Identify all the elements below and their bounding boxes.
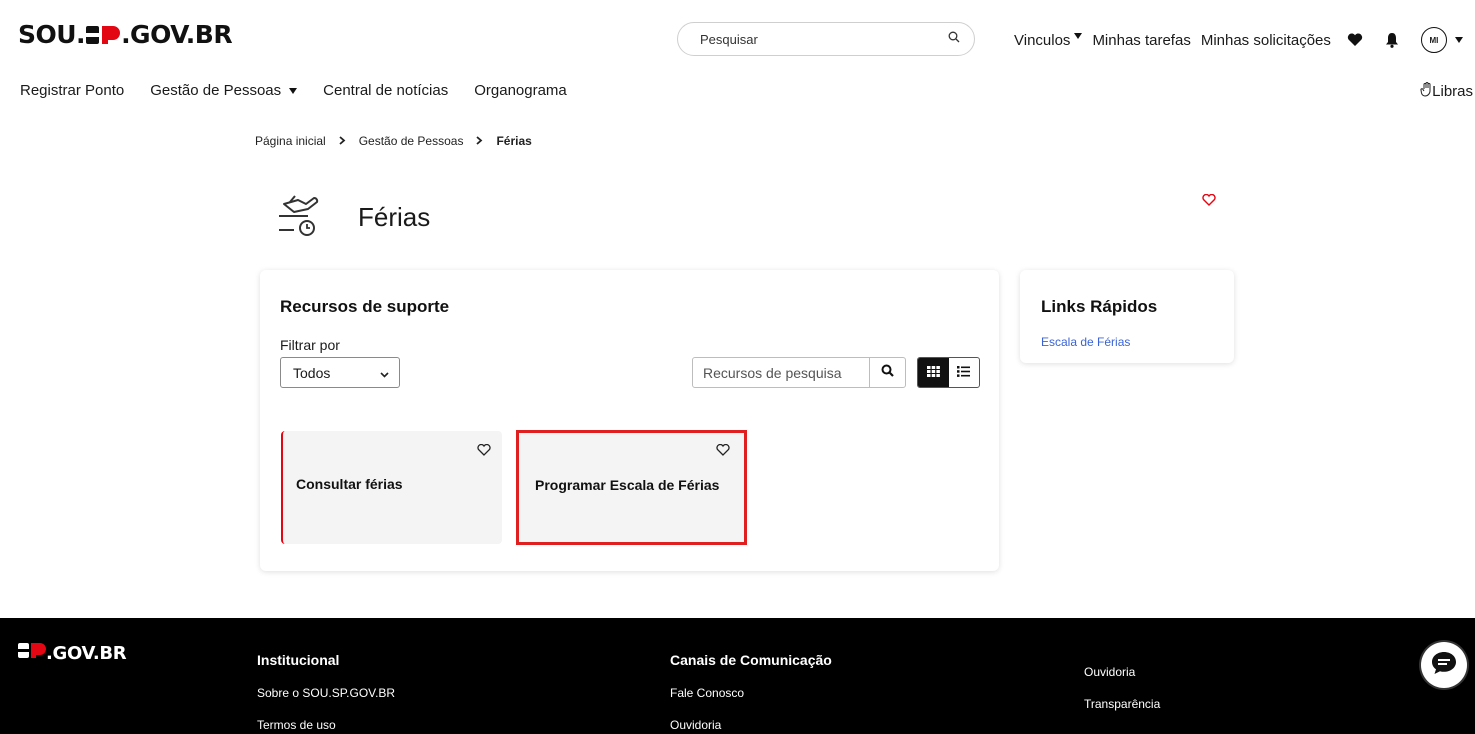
nav-gestao-label: Gestão de Pessoas (150, 82, 282, 99)
search-icon (881, 364, 894, 382)
chat-bubble-icon (1430, 650, 1458, 681)
heart-outline-icon[interactable] (716, 443, 730, 461)
resources-search-input[interactable] (693, 364, 869, 381)
favorites-heart-icon[interactable] (1347, 33, 1363, 47)
footer-institucional-title: Institucional (257, 652, 340, 668)
favorite-page-heart-icon[interactable] (1202, 193, 1216, 211)
breadcrumb-current: Férias (496, 134, 532, 148)
footer-canais-title: Canais de Comunicação (670, 652, 832, 668)
filter-select-value: Todos (293, 364, 331, 381)
user-menu[interactable]: MI (1420, 27, 1463, 53)
resource-tile-consultar-ferias[interactable]: Consultar férias (281, 431, 502, 544)
footer-logo-text: .GOV.BR (46, 643, 127, 664)
quick-links-card: Links Rápidos Escala de Férias (1020, 270, 1234, 363)
global-search-input[interactable] (700, 31, 948, 47)
resources-search (692, 357, 906, 388)
breadcrumb-home[interactable]: Página inicial (255, 134, 326, 148)
logo-text-right: .GOV.BR (121, 20, 233, 49)
heart-outline-icon[interactable] (477, 443, 491, 461)
minhas-tarefas-link[interactable]: Minhas tarefas (1092, 32, 1190, 49)
notification-bell-icon[interactable] (1385, 32, 1399, 48)
breadcrumb-gestao[interactable]: Gestão de Pessoas (359, 134, 464, 148)
resources-search-button[interactable] (869, 358, 905, 387)
sp-mark-icon (18, 642, 46, 665)
footer: .GOV.BR Institucional Sobre o SOU.SP.GOV… (0, 618, 1475, 734)
footer-institucional: Institucional Sobre o SOU.SP.GOV.BR Term… (257, 652, 395, 734)
filter-select[interactable]: Todos (280, 357, 400, 388)
resource-tile-label: Programar Escala de Férias (535, 477, 720, 493)
chevron-down-icon (380, 365, 389, 381)
minhas-solicitacoes-link[interactable]: Minhas solicitações (1201, 32, 1331, 49)
vinculos-label: Vinculos (1014, 31, 1071, 49)
quick-link-escala-de-ferias[interactable]: Escala de Férias (1041, 335, 1130, 349)
chevron-right-icon (476, 134, 483, 148)
footer-link-transparencia[interactable]: Transparência (1084, 697, 1160, 711)
list-view-button[interactable] (949, 358, 980, 387)
filter-label: Filtrar por (280, 337, 340, 353)
avatar[interactable]: MI (1420, 27, 1447, 53)
libras-button[interactable]: Libras (1420, 82, 1473, 101)
logo-text-left: SOU. (18, 20, 86, 49)
chat-button[interactable] (1421, 642, 1467, 688)
page-header: Férias (276, 192, 430, 243)
support-resources-card: Recursos de suporte Filtrar por Todos Co… (260, 270, 999, 571)
resource-tile-label: Consultar férias (296, 476, 403, 492)
vinculos-menu[interactable]: Vinculos (1014, 31, 1083, 49)
global-search[interactable] (677, 22, 975, 56)
grid-view-button[interactable] (918, 358, 949, 387)
nav-gestao-de-pessoas[interactable]: Gestão de Pessoas (150, 82, 298, 99)
caret-down-icon (1074, 33, 1083, 39)
page-title: Férias (358, 202, 431, 232)
libras-label: Libras (1432, 83, 1473, 100)
caret-down-icon (289, 87, 298, 94)
hand-icon (1420, 82, 1432, 101)
nav-organograma[interactable]: Organograma (474, 82, 567, 99)
support-resources-title: Recursos de suporte (280, 297, 450, 316)
footer-link-termos[interactable]: Termos de uso (257, 718, 395, 732)
main-navigation: Registrar Ponto Gestão de Pessoas Centra… (20, 82, 593, 99)
footer-link-sobre[interactable]: Sobre o SOU.SP.GOV.BR (257, 686, 395, 700)
nav-registrar-ponto[interactable]: Registrar Ponto (20, 82, 124, 99)
site-logo[interactable]: SOU. .GOV.BR (18, 20, 233, 49)
footer-link-ouvidoria[interactable]: Ouvidoria (670, 718, 832, 732)
resource-tile-programar-escala[interactable]: Programar Escala de Férias (516, 430, 747, 545)
view-toggle (917, 357, 980, 388)
footer-logo[interactable]: .GOV.BR (18, 642, 127, 665)
search-icon[interactable] (948, 30, 960, 48)
footer-extra: Ouvidoria Transparência (1084, 665, 1160, 729)
footer-canais: Canais de Comunicação Fale Conosco Ouvid… (670, 652, 832, 734)
vacation-plane-clock-icon (276, 192, 322, 243)
list-icon (957, 364, 971, 382)
quick-links-title: Links Rápidos (1041, 297, 1158, 316)
nav-central-de-noticias[interactable]: Central de notícias (323, 82, 448, 99)
grid-icon (926, 364, 940, 382)
breadcrumb: Página inicial Gestão de Pessoas Férias (255, 134, 532, 148)
caret-down-icon (1454, 37, 1463, 43)
chevron-right-icon (339, 134, 346, 148)
sp-mark-icon (86, 24, 121, 46)
top-navigation: Vinculos Minhas tarefas Minhas solicitaç… (1014, 27, 1463, 53)
footer-link-ouvidoria-2[interactable]: Ouvidoria (1084, 665, 1160, 679)
footer-link-fale-conosco[interactable]: Fale Conosco (670, 686, 832, 700)
